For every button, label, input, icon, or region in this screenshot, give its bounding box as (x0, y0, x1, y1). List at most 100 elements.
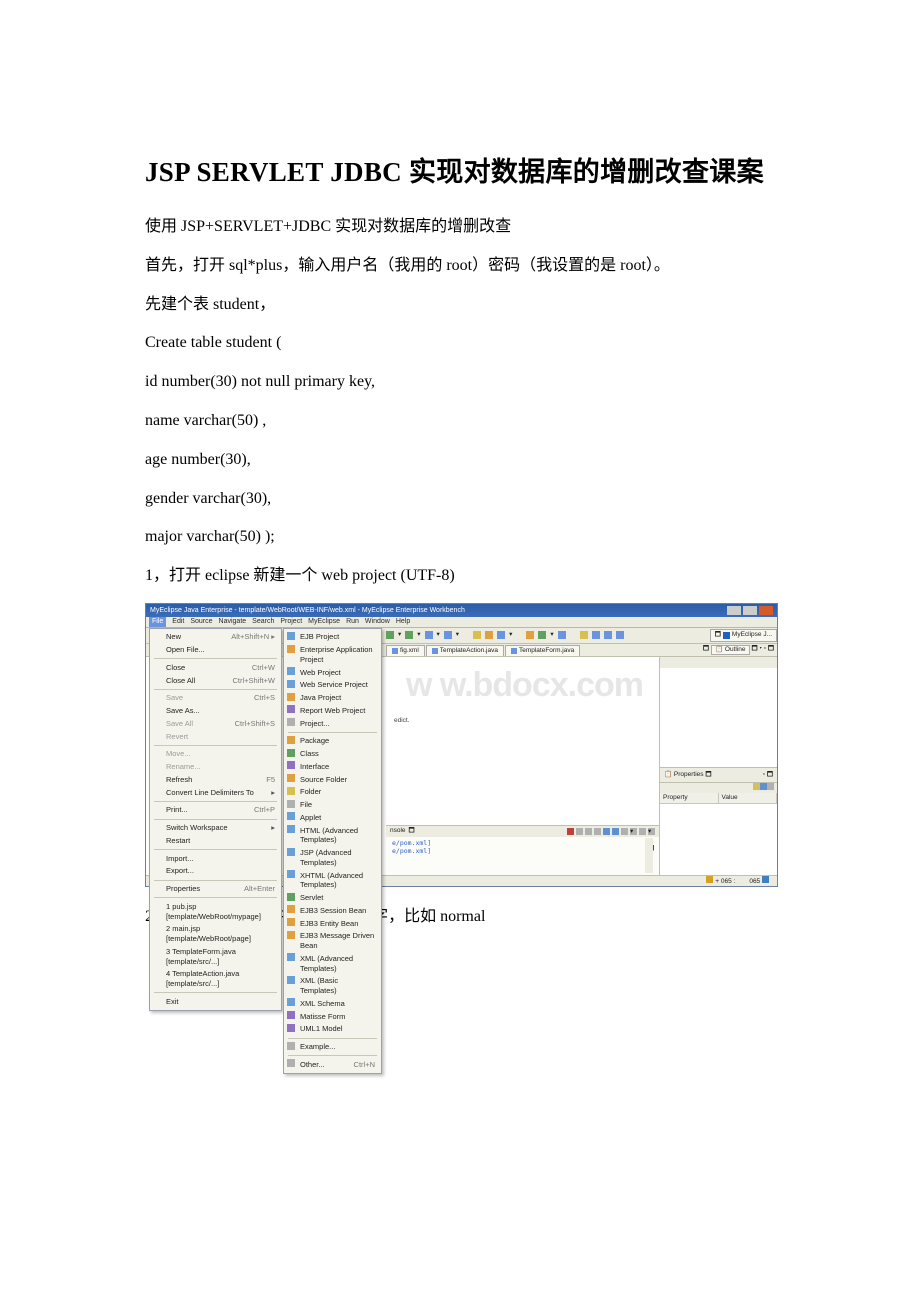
file-menu-item[interactable]: Print...Ctrl+P (150, 804, 281, 817)
menu-item-icon (287, 998, 295, 1006)
new-menu-item[interactable]: Applet (284, 811, 381, 824)
toolbar-icon[interactable] (444, 631, 452, 639)
new-menu-item[interactable]: XML (Advanced Templates) (284, 952, 381, 975)
new-menu-item[interactable]: File (284, 799, 381, 812)
file-menu-item[interactable]: Close AllCtrl+Shift+W (150, 674, 281, 687)
file-menu[interactable]: NewAlt+Shift+N ▸Open File...CloseCtrl+WC… (149, 628, 282, 1011)
menubar-item-source[interactable]: Source (190, 617, 212, 626)
file-menu-item[interactable]: NewAlt+Shift+N ▸ (150, 631, 281, 644)
menubar-item-window[interactable]: Window (365, 617, 390, 626)
console-tool-icon[interactable] (612, 828, 619, 835)
menu-item-icon (287, 812, 295, 820)
file-menu-item[interactable]: RefreshF5 (150, 773, 281, 786)
menubar-item-project[interactable]: Project (280, 617, 302, 626)
file-menu-item[interactable]: Convert Line Delimiters To▸ (150, 786, 281, 799)
new-menu-item[interactable]: Servlet (284, 892, 381, 905)
toolbar-icon[interactable] (604, 631, 612, 639)
console-tool-icon[interactable] (576, 828, 583, 835)
file-menu-item[interactable]: 2 main.jsp [template/WebRoot/page] (150, 923, 281, 946)
ide-screenshot: MyEclipse Java Enterprise - template/Web… (145, 603, 775, 887)
console-tool-icon[interactable] (621, 828, 628, 835)
new-menu-item[interactable]: HTML (Advanced Templates) (284, 824, 381, 847)
toolbar-icon[interactable] (580, 631, 588, 639)
new-menu-item[interactable]: Class (284, 748, 381, 761)
para-5: id number(30) not null primary key, (145, 370, 775, 395)
menu-item-icon (287, 893, 295, 901)
toolbar-icon[interactable] (558, 631, 566, 639)
editor-tab[interactable]: fig.xml (386, 645, 425, 656)
file-menu-item[interactable]: Open File... (150, 644, 281, 657)
close-icon[interactable] (759, 606, 773, 615)
console-tab[interactable]: nsole (390, 827, 406, 835)
new-menu-item[interactable]: Interface (284, 760, 381, 773)
new-menu-item[interactable]: Web Service Project (284, 679, 381, 692)
file-menu-item[interactable]: 4 TemplateAction.java [template/src/...] (150, 968, 281, 991)
file-menu-item[interactable]: Switch Workspace▸ (150, 822, 281, 835)
file-menu-item[interactable]: Import... (150, 852, 281, 865)
console-tool-icon[interactable] (639, 828, 646, 835)
menubar-item-navigate[interactable]: Navigate (219, 617, 247, 626)
debug-icon[interactable] (405, 631, 413, 639)
new-submenu[interactable]: EJB ProjectEnterprise Application Projec… (283, 628, 382, 1074)
stop-icon[interactable] (567, 828, 574, 835)
toolbar-icon[interactable] (538, 631, 546, 639)
outline-tab[interactable]: 📋 Outline (711, 645, 750, 655)
toolbar-icon[interactable] (473, 631, 481, 639)
file-menu-item[interactable]: Exit (150, 995, 281, 1008)
new-menu-item[interactable]: Example... (284, 1041, 381, 1054)
toolbar-icon[interactable] (592, 631, 600, 639)
perspective-button[interactable]: 🗖 MyEclipse J... (710, 629, 777, 641)
console-tool-icon[interactable] (594, 828, 601, 835)
new-menu-item[interactable]: Java Project (284, 692, 381, 705)
console-tool-icon[interactable] (603, 828, 610, 835)
new-menu-item[interactable]: Enterprise Application Project (284, 644, 381, 667)
file-menu-item[interactable]: Export... (150, 865, 281, 878)
minimize-icon[interactable] (727, 606, 741, 615)
new-menu-item[interactable]: EJB3 Message Driven Bean (284, 930, 381, 953)
menubar-item-file[interactable]: File (149, 617, 166, 626)
para-7: age number(30), (145, 448, 775, 473)
toolbar-icon[interactable] (497, 631, 505, 639)
toolbar-icon[interactable] (526, 631, 534, 639)
file-menu-item[interactable]: PropertiesAlt+Enter (150, 883, 281, 896)
new-menu-item[interactable]: JSP (Advanced Templates) (284, 847, 381, 870)
toolbar-icon[interactable] (485, 631, 493, 639)
editor-tab[interactable]: TemplateForm.java (505, 645, 580, 656)
file-menu-item[interactable]: Save As... (150, 705, 281, 718)
new-menu-item[interactable]: Report Web Project (284, 704, 381, 717)
menubar[interactable]: File Edit Source Navigate Search Project MyEcl… (146, 617, 777, 628)
toolbar-icon[interactable] (425, 631, 433, 639)
file-menu-item[interactable]: Restart (150, 834, 281, 847)
file-menu-item[interactable]: 1 pub.jsp [template/WebRoot/mypage] (150, 900, 281, 923)
console-tool-icon[interactable] (585, 828, 592, 835)
new-menu-item[interactable]: Folder (284, 786, 381, 799)
editor-tab[interactable]: TemplateAction.java (426, 645, 504, 656)
new-menu-item[interactable]: Source Folder (284, 773, 381, 786)
new-menu-item[interactable]: Matisse Form (284, 1010, 381, 1023)
new-menu-item[interactable]: Package (284, 735, 381, 748)
new-menu-item[interactable]: EJB Project (284, 631, 381, 644)
properties-tab[interactable]: Properties (674, 771, 704, 778)
toolbar-icon[interactable] (616, 631, 624, 639)
maximize-icon[interactable] (743, 606, 757, 615)
console-panel: nsole 🗖 ▾ (386, 825, 659, 875)
new-menu-item[interactable]: UML1 Model (284, 1023, 381, 1036)
menubar-item-edit[interactable]: Edit (172, 617, 184, 626)
new-menu-item[interactable]: EJB3 Entity Bean (284, 917, 381, 930)
menubar-item-myeclipse[interactable]: MyEclipse (308, 617, 340, 626)
new-menu-item[interactable]: XML (Basic Templates) (284, 975, 381, 998)
file-menu-item[interactable]: 3 TemplateForm.java [template/src/...] (150, 945, 281, 968)
new-menu-item[interactable]: XML Schema (284, 997, 381, 1010)
menubar-item-run[interactable]: Run (346, 617, 359, 626)
menubar-item-help[interactable]: Help (396, 617, 410, 626)
run-icon[interactable] (386, 631, 394, 639)
new-menu-item[interactable]: XHTML (Advanced Templates) (284, 869, 381, 892)
new-menu-item[interactable]: Web Project (284, 666, 381, 679)
file-icon (392, 648, 398, 654)
menubar-item-search[interactable]: Search (252, 617, 274, 626)
scrollbar[interactable] (645, 838, 653, 873)
file-menu-item[interactable]: CloseCtrl+W (150, 661, 281, 674)
new-menu-item[interactable]: EJB3 Session Bean (284, 904, 381, 917)
new-menu-item[interactable]: Other...Ctrl+N (284, 1058, 381, 1071)
new-menu-item[interactable]: Project... (284, 717, 381, 730)
